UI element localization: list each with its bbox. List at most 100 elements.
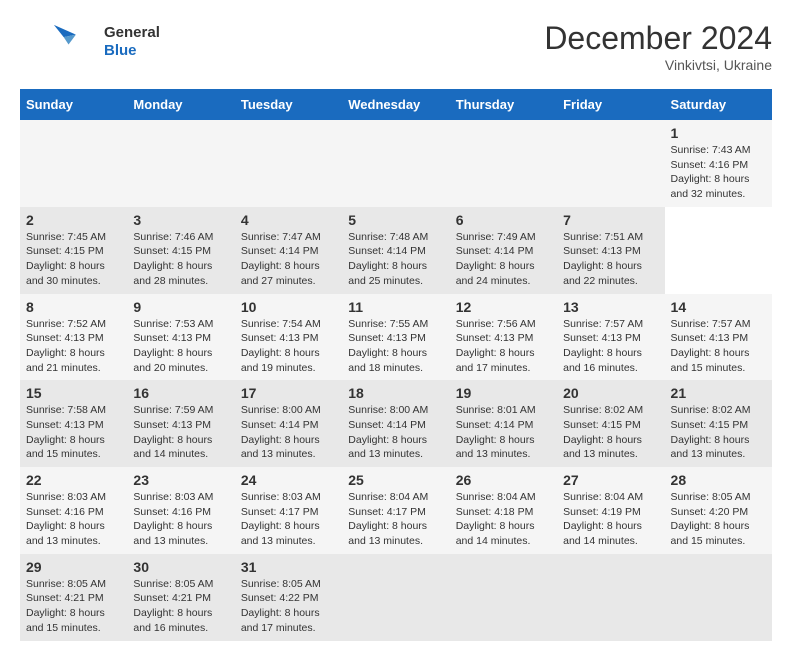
calendar-day-cell: 31 Sunrise: 8:05 AMSunset: 4:22 PMDayligh… [235, 554, 342, 641]
day-info: Sunrise: 8:04 AMSunset: 4:17 PMDaylight:… [348, 490, 443, 549]
day-info: Sunrise: 8:05 AMSunset: 4:21 PMDaylight:… [26, 577, 121, 636]
calendar-week-row: 2 Sunrise: 7:45 AMSunset: 4:15 PMDaylight… [20, 207, 772, 294]
calendar-day-cell: 9 Sunrise: 7:53 AMSunset: 4:13 PMDaylight… [127, 294, 234, 381]
logo-container: General Blue [20, 20, 160, 64]
day-info: Sunrise: 7:53 AMSunset: 4:13 PMDaylight:… [133, 317, 228, 376]
day-number: 14 [671, 299, 766, 315]
day-number: 12 [456, 299, 551, 315]
calendar-day-cell: 14 Sunrise: 7:57 AMSunset: 4:13 PMDayligh… [665, 294, 772, 381]
day-info: Sunrise: 7:47 AMSunset: 4:14 PMDaylight:… [241, 230, 336, 289]
day-info: Sunrise: 7:51 AMSunset: 4:13 PMDaylight:… [563, 230, 658, 289]
calendar-day-cell: 18Sunrise: 8:00 AMSunset: 4:14 PMDayligh… [342, 380, 449, 467]
calendar-day-cell: 7Sunrise: 7:51 AMSunset: 4:13 PMDaylight… [557, 207, 664, 294]
header-saturday: Saturday [665, 89, 772, 120]
day-info: Sunrise: 7:56 AMSunset: 4:13 PMDaylight:… [456, 317, 551, 376]
header-friday: Friday [557, 89, 664, 120]
day-number: 16 [133, 385, 228, 401]
day-number: 30 [133, 559, 228, 575]
day-number: 28 [671, 472, 766, 488]
calendar-day-cell: 1 Sunrise: 7:43 AMSunset: 4:16 PMDaylight… [665, 120, 772, 207]
day-info: Sunrise: 7:57 AMSunset: 4:13 PMDaylight:… [563, 317, 658, 376]
calendar-day-cell [665, 554, 772, 641]
header-tuesday: Tuesday [235, 89, 342, 120]
calendar-empty-cell [557, 120, 664, 207]
calendar-day-cell: 3Sunrise: 7:46 AMSunset: 4:15 PMDaylight… [127, 207, 234, 294]
day-number: 6 [456, 212, 551, 228]
calendar-day-cell: 20 Sunrise: 8:02 AMSunset: 4:15 PMDayligh… [557, 380, 664, 467]
day-number: 2 [26, 212, 121, 228]
day-number: 27 [563, 472, 658, 488]
calendar-empty-cell [342, 120, 449, 207]
day-info: Sunrise: 8:05 AMSunset: 4:22 PMDaylight:… [241, 577, 336, 636]
title-block: December 2024 Vinkivtsi, Ukraine [544, 20, 772, 73]
day-number: 13 [563, 299, 658, 315]
calendar-day-cell [557, 554, 664, 641]
day-number: 20 [563, 385, 658, 401]
calendar-day-cell: 13 Sunrise: 7:57 AMSunset: 4:13 PMDayligh… [557, 294, 664, 381]
day-number: 29 [26, 559, 121, 575]
day-number: 24 [241, 472, 336, 488]
calendar-empty-cell [450, 120, 557, 207]
day-info: Sunrise: 7:54 AMSunset: 4:13 PMDaylight:… [241, 317, 336, 376]
day-info: Sunrise: 7:45 AMSunset: 4:15 PMDaylight:… [26, 230, 121, 289]
day-number: 17 [241, 385, 336, 401]
day-info: Sunrise: 7:49 AMSunset: 4:14 PMDaylight:… [456, 230, 551, 289]
calendar-day-cell: 15Sunrise: 7:58 AMSunset: 4:13 PMDayligh… [20, 380, 127, 467]
day-info: Sunrise: 7:55 AMSunset: 4:13 PMDaylight:… [348, 317, 443, 376]
calendar-day-cell: 29 Sunrise: 8:05 AMSunset: 4:21 PMDayligh… [20, 554, 127, 641]
calendar-day-cell: 6 Sunrise: 7:49 AMSunset: 4:14 PMDaylight… [450, 207, 557, 294]
calendar-day-cell: 10 Sunrise: 7:54 AMSunset: 4:13 PMDayligh… [235, 294, 342, 381]
calendar-day-cell [342, 554, 449, 641]
calendar-day-cell: 30 Sunrise: 8:05 AMSunset: 4:21 PMDayligh… [127, 554, 234, 641]
header-thursday: Thursday [450, 89, 557, 120]
calendar-week-row: 8 Sunrise: 7:52 AMSunset: 4:13 PMDaylight… [20, 294, 772, 381]
day-info: Sunrise: 7:57 AMSunset: 4:13 PMDaylight:… [671, 317, 766, 376]
day-number: 9 [133, 299, 228, 315]
day-info: Sunrise: 8:02 AMSunset: 4:15 PMDaylight:… [671, 403, 766, 462]
day-info: Sunrise: 8:02 AMSunset: 4:15 PMDaylight:… [563, 403, 658, 462]
calendar-day-cell: 2 Sunrise: 7:45 AMSunset: 4:15 PMDaylight… [20, 207, 127, 294]
day-info: Sunrise: 8:04 AMSunset: 4:19 PMDaylight:… [563, 490, 658, 549]
calendar-empty-cell [20, 120, 127, 207]
calendar-day-cell: 8 Sunrise: 7:52 AMSunset: 4:13 PMDaylight… [20, 294, 127, 381]
day-info: Sunrise: 8:05 AMSunset: 4:21 PMDaylight:… [133, 577, 228, 636]
day-info: Sunrise: 7:48 AMSunset: 4:14 PMDaylight:… [348, 230, 443, 289]
day-number: 1 [671, 125, 766, 141]
page-header: General Blue December 2024 Vinkivtsi, Uk… [20, 20, 772, 73]
day-number: 23 [133, 472, 228, 488]
logo-bird-icon [20, 20, 100, 64]
calendar-day-cell: 26Sunrise: 8:04 AMSunset: 4:18 PMDayligh… [450, 467, 557, 554]
day-info: Sunrise: 7:46 AMSunset: 4:15 PMDaylight:… [133, 230, 228, 289]
calendar-empty-cell [127, 120, 234, 207]
calendar-day-cell: 19 Sunrise: 8:01 AMSunset: 4:14 PMDayligh… [450, 380, 557, 467]
calendar-day-cell: 4 Sunrise: 7:47 AMSunset: 4:14 PMDaylight… [235, 207, 342, 294]
calendar-week-row: 22Sunrise: 8:03 AMSunset: 4:16 PMDayligh… [20, 467, 772, 554]
calendar-header-row: SundayMondayTuesdayWednesdayThursdayFrid… [20, 89, 772, 120]
calendar-day-cell: 23 Sunrise: 8:03 AMSunset: 4:16 PMDayligh… [127, 467, 234, 554]
calendar-day-cell: 11 Sunrise: 7:55 AMSunset: 4:13 PMDayligh… [342, 294, 449, 381]
day-number: 11 [348, 299, 443, 315]
calendar-week-row: 1 Sunrise: 7:43 AMSunset: 4:16 PMDaylight… [20, 120, 772, 207]
day-number: 18 [348, 385, 443, 401]
logo-text: General Blue [104, 24, 160, 60]
day-number: 4 [241, 212, 336, 228]
day-info: Sunrise: 8:03 AMSunset: 4:16 PMDaylight:… [133, 490, 228, 549]
day-info: Sunrise: 7:52 AMSunset: 4:13 PMDaylight:… [26, 317, 121, 376]
calendar-day-cell: 25Sunrise: 8:04 AMSunset: 4:17 PMDayligh… [342, 467, 449, 554]
day-number: 21 [671, 385, 766, 401]
day-number: 10 [241, 299, 336, 315]
day-number: 19 [456, 385, 551, 401]
day-number: 31 [241, 559, 336, 575]
header-wednesday: Wednesday [342, 89, 449, 120]
day-info: Sunrise: 8:00 AMSunset: 4:14 PMDaylight:… [241, 403, 336, 462]
page-subtitle: Vinkivtsi, Ukraine [544, 57, 772, 73]
day-info: Sunrise: 8:01 AMSunset: 4:14 PMDaylight:… [456, 403, 551, 462]
header-sunday: Sunday [20, 89, 127, 120]
calendar-week-row: 15Sunrise: 7:58 AMSunset: 4:13 PMDayligh… [20, 380, 772, 467]
day-info: Sunrise: 8:05 AMSunset: 4:20 PMDaylight:… [671, 490, 766, 549]
calendar-day-cell: 24Sunrise: 8:03 AMSunset: 4:17 PMDayligh… [235, 467, 342, 554]
day-number: 8 [26, 299, 121, 315]
day-number: 15 [26, 385, 121, 401]
day-info: Sunrise: 7:43 AMSunset: 4:16 PMDaylight:… [671, 143, 766, 202]
calendar-day-cell: 27 Sunrise: 8:04 AMSunset: 4:19 PMDayligh… [557, 467, 664, 554]
